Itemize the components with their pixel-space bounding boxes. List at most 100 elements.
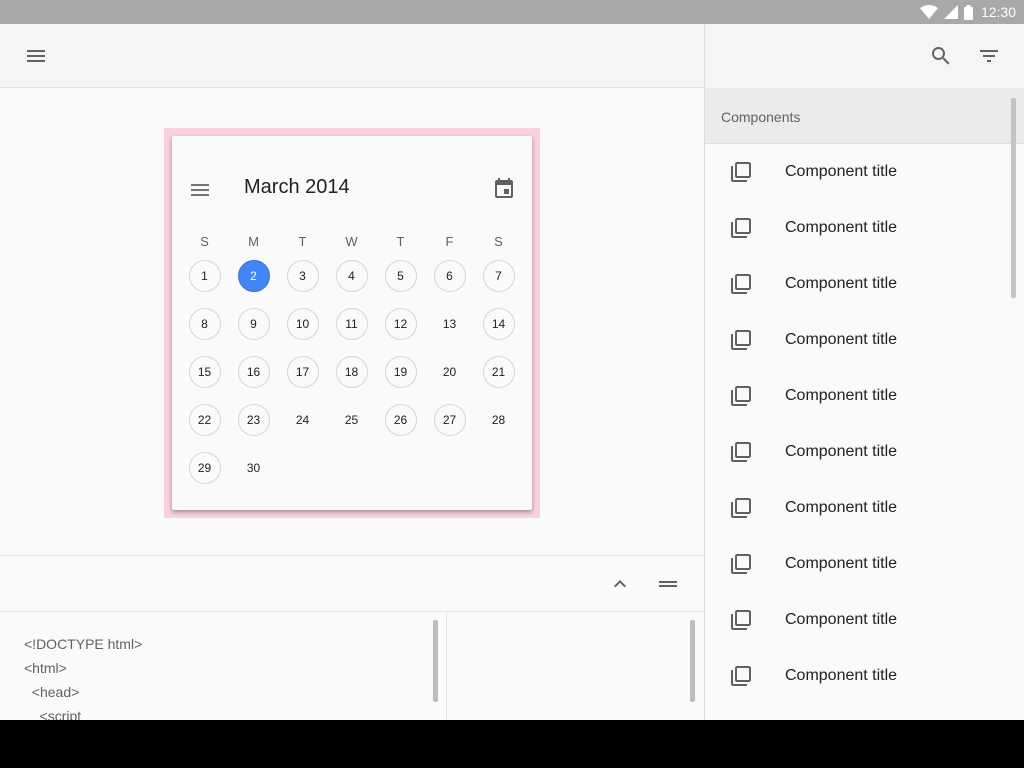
calendar-day[interactable]: 7 <box>482 260 515 292</box>
calendar-day[interactable]: 24 <box>287 404 319 436</box>
preview-frame: March 2014 SMTWTFS 1 2 3 4 5 6 7 8 9 10 11 12 13 14 15… <box>164 128 540 518</box>
calendar-day[interactable]: 27 <box>433 404 466 436</box>
calendar-day[interactable]: 8 <box>188 308 221 340</box>
calendar-grid: 1 2 3 4 5 6 7 8 9 10 11 12 13 14 15 16 17 18 19 20 21 22 23 24 2… <box>180 252 525 492</box>
calendar-day-cell: 28 <box>474 396 523 444</box>
calendar-day-cell: 21 <box>474 348 523 396</box>
calendar-day[interactable]: 29 <box>188 452 221 484</box>
calendar-day-cell: 14 <box>474 300 523 348</box>
event-icon[interactable] <box>492 176 516 200</box>
cell-signal-icon <box>943 5 958 19</box>
calendar-day-cell: 8 <box>180 300 229 348</box>
component-list-item[interactable]: Component title <box>705 144 1024 200</box>
components-header-label: Components <box>721 109 801 125</box>
calendar-day-cell: 12 <box>376 300 425 348</box>
calendar-day-cell: 4 <box>327 252 376 300</box>
component-list-item[interactable]: Component title <box>705 536 1024 592</box>
calendar-day-cell: 18 <box>327 348 376 396</box>
editor-toolbar <box>0 555 704 612</box>
chevron-up-icon[interactable] <box>608 572 632 596</box>
calendar-day[interactable]: 21 <box>482 356 515 388</box>
code-line: <html> <box>24 660 67 676</box>
calendar-day-cell: 29 <box>180 444 229 492</box>
calendar-menu-icon[interactable] <box>188 178 212 202</box>
calendar-day[interactable]: 4 <box>335 260 368 292</box>
calendar-day[interactable]: 18 <box>335 356 368 388</box>
calendar-day-cell: 17 <box>278 348 327 396</box>
output-pane[interactable] <box>448 612 704 720</box>
code-editor[interactable]: <!DOCTYPE html> <html> <head> <script <box>0 612 447 720</box>
component-title: Component title <box>785 667 898 684</box>
drag-handle-icon[interactable] <box>656 572 680 596</box>
calendar-day-cell: 5 <box>376 252 425 300</box>
wifi-icon <box>919 5 938 19</box>
filter-icon[interactable] <box>977 44 1001 68</box>
code-line: <script <box>24 708 82 720</box>
calendar-day[interactable]: 23 <box>237 404 270 436</box>
components-pane: Components Component title Component titl… <box>704 24 1024 720</box>
calendar-day[interactable]: 30 <box>238 452 270 484</box>
component-title: Component title <box>785 331 898 348</box>
calendar-day[interactable]: 17 <box>286 356 319 388</box>
calendar-day[interactable]: 9 <box>237 308 270 340</box>
component-list-item[interactable]: Component title <box>705 592 1024 648</box>
component-icon <box>731 386 751 406</box>
component-icon <box>731 498 751 518</box>
components-header: Components <box>705 88 1024 144</box>
component-icon <box>731 554 751 574</box>
weekday-label: S <box>200 234 209 249</box>
calendar-day[interactable]: 1 <box>188 260 221 292</box>
calendar-day[interactable]: 19 <box>384 356 417 388</box>
calendar-day[interactable]: 12 <box>384 308 417 340</box>
code-scrollbar[interactable] <box>433 620 438 702</box>
search-icon[interactable] <box>929 44 953 68</box>
calendar-day-cell: 30 <box>229 444 278 492</box>
calendar-day[interactable]: 26 <box>384 404 417 436</box>
calendar-day-cell: 20 <box>425 348 474 396</box>
component-list-item[interactable]: Component title <box>705 256 1024 312</box>
component-icon <box>731 666 751 686</box>
component-list-item[interactable]: Component title <box>705 368 1024 424</box>
component-icon <box>731 162 751 182</box>
code-lines: <!DOCTYPE html> <html> <head> <script <box>24 632 142 720</box>
weekday-header: SMTWTFS <box>180 234 525 249</box>
calendar-day[interactable]: 25 <box>336 404 368 436</box>
component-icon <box>731 330 751 350</box>
calendar-day-cell: 13 <box>425 300 474 348</box>
calendar-day[interactable]: 14 <box>482 308 515 340</box>
calendar-day[interactable]: 20 <box>434 356 466 388</box>
calendar-day[interactable]: 22 <box>188 404 221 436</box>
calendar-day-cell: 23 <box>229 396 278 444</box>
calendar-day-cell: 2 <box>229 252 278 300</box>
component-title: Component title <box>785 555 898 572</box>
menu-icon[interactable] <box>24 44 48 68</box>
calendar-day[interactable]: 5 <box>384 260 417 292</box>
calendar-day[interactable]: 6 <box>433 260 466 292</box>
calendar-day[interactable]: 28 <box>483 404 515 436</box>
output-scrollbar[interactable] <box>690 620 695 702</box>
calendar-day[interactable]: 10 <box>286 308 319 340</box>
component-list-item[interactable]: Component title <box>705 424 1024 480</box>
left-toolbar <box>0 24 704 88</box>
component-list-scrollbar[interactable] <box>1011 98 1016 298</box>
weekday-label: T <box>396 234 405 249</box>
status-icons: 12:30 <box>919 0 1016 24</box>
component-list-item[interactable]: Component title <box>705 480 1024 536</box>
code-line: <!DOCTYPE html> <box>24 636 143 652</box>
component-list-item[interactable]: Component title <box>705 200 1024 256</box>
component-title: Component title <box>785 443 898 460</box>
calendar-day[interactable]: 16 <box>237 356 270 388</box>
calendar-day-cell: 26 <box>376 396 425 444</box>
component-list-item[interactable]: Component title <box>705 648 1024 704</box>
calendar-day[interactable]: 3 <box>286 260 319 292</box>
component-list-item[interactable]: Component title <box>705 312 1024 368</box>
calendar-day-selected[interactable]: 2 <box>237 260 270 292</box>
weekday-label: W <box>345 234 358 249</box>
code-line: <head> <box>24 684 80 700</box>
calendar-day[interactable]: 13 <box>434 308 466 340</box>
component-icon <box>731 218 751 238</box>
calendar-day-cell: 11 <box>327 300 376 348</box>
calendar-day[interactable]: 15 <box>188 356 221 388</box>
calendar-day[interactable]: 11 <box>335 308 368 340</box>
calendar-day-cell: 10 <box>278 300 327 348</box>
